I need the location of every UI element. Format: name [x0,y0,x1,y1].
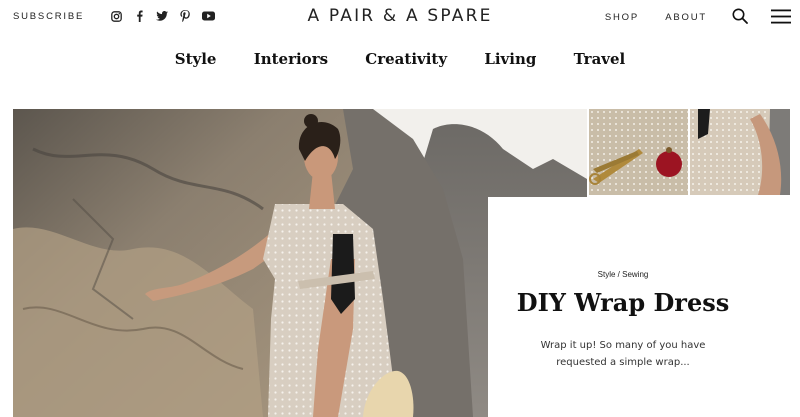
category-link-style[interactable]: Style [598,270,616,279]
thumbnail-scissors[interactable] [589,109,688,195]
about-link[interactable]: ABOUT [665,12,707,23]
nav-item-travel[interactable]: Travel [574,50,626,68]
menu-icon[interactable] [771,9,791,29]
post-excerpt: Wrap it up! So many of you have requeste… [540,340,706,368]
nav-item-interiors[interactable]: Interiors [254,50,328,68]
top-bar: SUBSCRIBE A PAIR & A SPARE SHOP ABOUT [0,0,800,34]
nav-item-style[interactable]: Style [175,50,217,68]
category-link-sewing[interactable]: Sewing [622,270,648,279]
search-icon[interactable] [732,8,748,29]
thumbnail-dress-detail[interactable] [690,109,790,195]
category-nav: Style Interiors Creativity Living Travel [0,50,800,68]
nav-item-creativity[interactable]: Creativity [365,50,447,68]
nav-item-living[interactable]: Living [484,50,536,68]
post-title[interactable]: DIY Wrap Dress [488,288,758,317]
post-category: Style / Sewing [488,270,758,279]
feature-card: Style / Sewing DIY Wrap Dress Wrap it up… [488,197,800,417]
shop-link[interactable]: SHOP [605,12,639,23]
